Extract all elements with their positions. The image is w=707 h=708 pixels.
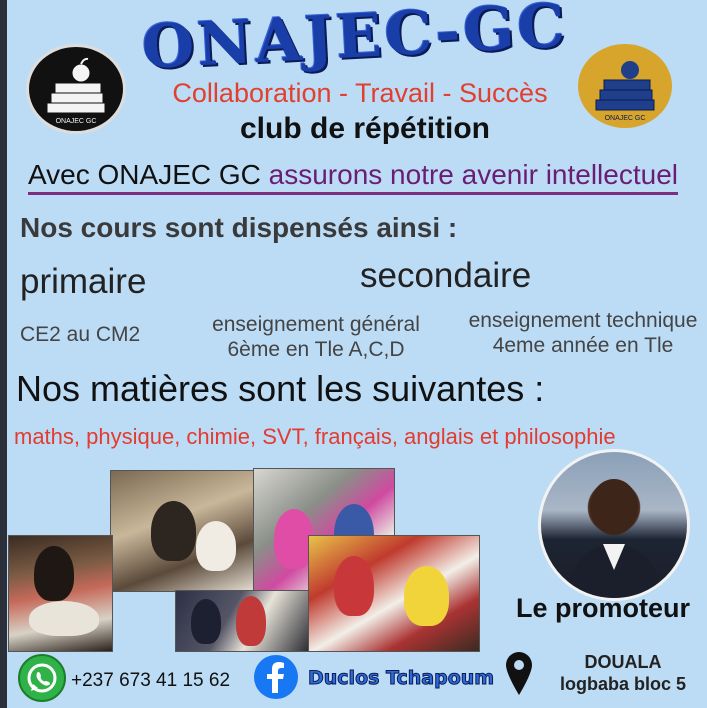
- level-secondaire: secondaire: [360, 256, 532, 295]
- class-photo-3: [8, 535, 113, 652]
- brand-title: ONAJEC-GC: [140, 0, 570, 84]
- location-pin-icon: [504, 650, 534, 696]
- slogan-accent: assurons notre avenir intellectuel: [268, 159, 678, 190]
- logo-text: ONAJEC GC: [605, 115, 646, 122]
- slogan: Avec ONAJEC GC assurons notre avenir int…: [28, 158, 678, 195]
- promoteur-photo: [538, 449, 690, 601]
- primaire-detail: CE2 au CM2: [20, 323, 141, 346]
- promoteur-label: Le promoteur: [516, 593, 691, 623]
- general-line1: enseignement général: [212, 313, 420, 336]
- class-photo-5: [308, 535, 480, 652]
- slogan-prefix: Avec ONAJEC GC: [28, 159, 269, 190]
- class-photo-1: [110, 470, 257, 592]
- tagline: Collaboration - Travail - Succès: [172, 78, 548, 108]
- address: DOUALA logbaba bloc 5: [548, 651, 698, 695]
- phone-number: +237 673 41 15 62: [71, 670, 231, 691]
- logo-text: ONAJEC GC: [56, 118, 97, 125]
- secondaire-general: enseignement général 6ème en Tle A,C,D: [196, 312, 436, 362]
- location: logbaba bloc 5: [559, 674, 687, 694]
- courses-heading: Nos cours sont dispensés ainsi :: [20, 212, 458, 243]
- facebook-name: Duclos Tchapoum: [307, 667, 495, 690]
- left-edge-bar: [0, 0, 7, 708]
- subjects-heading: Nos matières sont les suivantes :: [16, 368, 545, 409]
- logo-right-book-stack-icon: ONAJEC GC: [578, 44, 672, 128]
- technique-line2: 4eme année en Tle: [492, 334, 674, 357]
- logo-left-book-stack-icon: ONAJEC GC: [26, 44, 126, 134]
- subtitle: club de répétition: [239, 112, 491, 145]
- secondaire-technique: enseignement technique 4eme année en Tle: [448, 308, 707, 358]
- facebook-icon[interactable]: [254, 655, 298, 699]
- technique-line1: enseignement technique: [468, 309, 698, 332]
- whatsapp-icon[interactable]: [18, 654, 66, 702]
- subjects-list: maths, physique, chimie, SVT, français, …: [14, 424, 616, 449]
- general-line2: 6ème en Tle A,C,D: [227, 338, 405, 361]
- city: DOUALA: [584, 652, 662, 672]
- class-photo-4: [175, 590, 310, 652]
- level-primaire: primaire: [20, 262, 147, 301]
